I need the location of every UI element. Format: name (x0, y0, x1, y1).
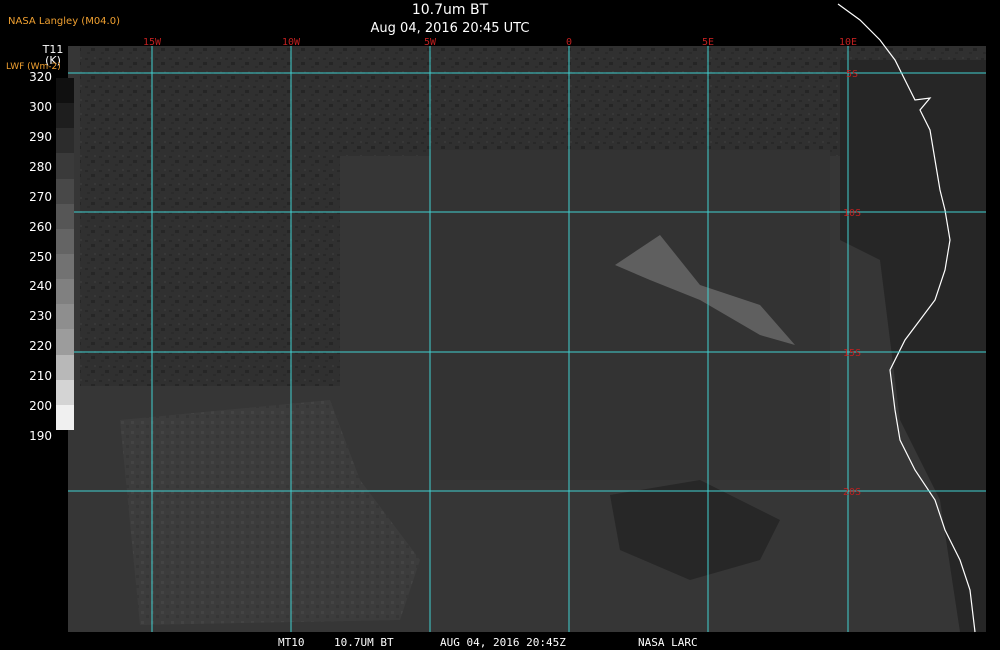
colorbar-level (56, 128, 74, 154)
colorbar-tick-label: 220 (29, 339, 52, 354)
colorbar-tick-label: 250 (29, 249, 52, 264)
image-datetime: Aug 04, 2016 20:45 UTC (370, 21, 530, 36)
latitude-label: 5S (846, 69, 858, 80)
colorbar-level (56, 379, 74, 406)
colorbar-level (56, 329, 74, 356)
colorbar-tick-label: 270 (29, 189, 52, 204)
colorbar-level (56, 254, 74, 280)
colorbar-tick-label: 290 (29, 129, 52, 144)
colorbar-tick-label: 190 (29, 429, 52, 443)
footer-bar: MT10 10.7UM BT AUG 04, 2016 20:45Z NASA … (0, 636, 1000, 650)
latitude-label: 15S (843, 348, 861, 359)
colorbar-level (56, 203, 74, 230)
colorbar (56, 78, 74, 431)
colorbar-level (56, 279, 74, 305)
latitude-label: 10S (843, 208, 861, 219)
latitude-label: 20S (843, 487, 861, 498)
colorbar-tick-label: 230 (29, 309, 52, 324)
colorbar-tick-label: 300 (29, 99, 52, 114)
longitude-label: 5E (702, 37, 714, 48)
colorbar-level (56, 178, 74, 205)
longitude-label: 10W (282, 37, 301, 48)
colorbar-tick-label: 260 (29, 219, 52, 234)
colorbar-level (56, 304, 74, 330)
longitude-label: 5W (424, 37, 437, 48)
footer-date: AUG 04, 2016 20:45Z (440, 636, 566, 649)
colorbar-tick-label: 320 (29, 70, 52, 84)
footer-product: MT10 (278, 636, 305, 649)
longitude-label: 10E (839, 37, 857, 48)
footer-org: NASA LARC (638, 636, 698, 649)
colorbar-level (56, 228, 74, 255)
colorbar-tick-label: 200 (29, 399, 52, 414)
colorbar-level (56, 404, 74, 431)
colorbar-tick-label: 280 (29, 159, 52, 174)
cloud-region-center (430, 150, 830, 480)
product-title: 10.7um BT (411, 2, 489, 18)
colorbar-tick-label: 240 (29, 279, 52, 294)
longitude-label: 15W (143, 37, 162, 48)
colorbar-level (56, 78, 74, 104)
longitude-label: 0 (566, 37, 572, 48)
colorbar-level (56, 103, 74, 129)
colorbar-tick-label: 210 (29, 369, 52, 384)
colorbar-level (56, 153, 74, 180)
satellite-map: 15W 10W 5W 0 5E 10E 5S 10S 15S 20S (68, 3, 986, 633)
footer-channel: 10.7UM BT (334, 636, 394, 649)
colorbar-level (56, 354, 74, 381)
